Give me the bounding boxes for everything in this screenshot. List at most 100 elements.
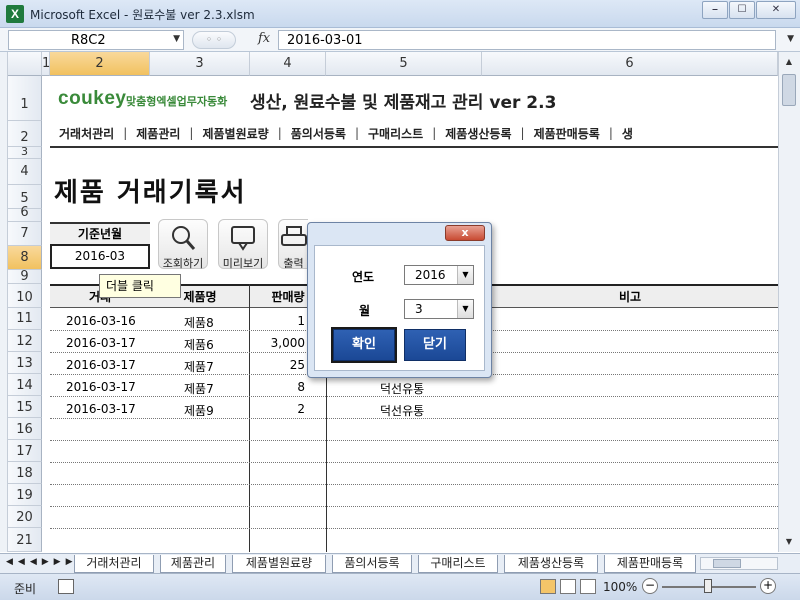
window-title: Microsoft Excel - 원료수불 ver 2.3.xlsm (30, 8, 255, 22)
menu-item-purchase[interactable]: 구매리스트 (359, 125, 432, 142)
row-header-4[interactable]: 4 (8, 159, 42, 185)
row-header-11[interactable]: 11 (8, 308, 42, 330)
table-cell-date[interactable]: 2016-03-17 (66, 358, 136, 372)
column-header-5[interactable]: 5 (326, 52, 482, 76)
print-button-label: 출력하 (283, 257, 304, 269)
column-header-4[interactable]: 4 (250, 52, 326, 76)
hscroll-thumb[interactable] (713, 559, 741, 568)
base-month-cell[interactable]: 2016-03 (50, 244, 150, 269)
select-all-button[interactable] (8, 52, 42, 76)
row-header-6[interactable]: 6 (8, 206, 42, 222)
sheet-tab-products[interactable]: 제품관리 (160, 555, 226, 573)
menu-item-clients[interactable]: 거래처관리 (50, 125, 123, 142)
close-window-button[interactable]: ✕ (756, 1, 796, 19)
row-separator (50, 506, 778, 507)
row-header-9[interactable]: 9 (8, 270, 42, 284)
menu-item-proposal[interactable]: 품의서등록 (282, 125, 355, 142)
row-header-3[interactable]: 3 (8, 146, 42, 159)
month-select[interactable]: 3 ▼ (404, 299, 474, 319)
vertical-scrollbar[interactable]: ▲ ▼ (778, 52, 800, 552)
formula-input[interactable]: 2016-03-01 (278, 30, 776, 50)
table-cell-client[interactable]: 덕선유통 (380, 380, 424, 397)
search-button[interactable]: 조회하기 (158, 219, 208, 270)
row-header-12[interactable]: 12 (8, 330, 42, 352)
table-cell-product[interactable]: 제품7 (184, 380, 214, 397)
row-header-1[interactable]: 1 (8, 76, 42, 121)
horizontal-scrollbar[interactable] (700, 557, 778, 570)
table-cell-date[interactable]: 2016-03-17 (66, 336, 136, 350)
name-box[interactable]: R8C2 ▼ (8, 30, 184, 50)
sheet-tab-materials[interactable]: 제품별원료량 (232, 555, 326, 573)
table-cell-date[interactable]: 2016-03-16 (66, 314, 136, 328)
row-header-15[interactable]: 15 (8, 396, 42, 418)
zoom-in-icon[interactable]: + (760, 578, 776, 594)
table-cell-product[interactable]: 제품8 (184, 314, 214, 331)
table-cell-qty[interactable]: 25 (250, 358, 305, 372)
chevron-down-icon[interactable]: ▼ (457, 300, 473, 318)
scroll-thumb[interactable] (782, 74, 796, 106)
column-header-6[interactable]: 6 (482, 52, 778, 76)
sheet-tab-proposal[interactable]: 품의서등록 (332, 555, 412, 573)
restore-button[interactable]: ☐ (729, 1, 755, 19)
row-header-2[interactable]: 2 (8, 121, 42, 147)
row-header-8[interactable]: 8 (8, 246, 42, 270)
row-header-10[interactable]: 10 (8, 284, 42, 308)
table-cell-qty[interactable]: 8 (250, 380, 305, 394)
excel-app-icon[interactable]: X (6, 5, 24, 23)
select-all-corner[interactable] (0, 52, 8, 552)
chevron-down-icon[interactable]: ▼ (457, 266, 473, 284)
row-header-19[interactable]: 19 (8, 484, 42, 506)
page-layout-view-icon[interactable] (560, 579, 576, 594)
insert-function-icon[interactable]: fx (258, 31, 270, 46)
menu-item-sales[interactable]: 제품판매등록 (525, 125, 609, 142)
scroll-up-icon[interactable]: ▲ (781, 54, 797, 70)
menu-item-materials[interactable]: 제품별원료량 (193, 125, 277, 142)
cancel-button[interactable]: 닫기 (404, 329, 466, 361)
table-cell-date[interactable]: 2016-03-17 (66, 402, 136, 416)
row-header-18[interactable]: 18 (8, 462, 42, 484)
zoom-out-icon[interactable]: − (642, 578, 658, 594)
table-cell-product[interactable]: 제품9 (184, 402, 214, 419)
scroll-down-icon[interactable]: ▼ (781, 534, 797, 550)
column-header-2[interactable]: 2 (50, 52, 150, 76)
ok-button[interactable]: 확인 (331, 327, 397, 363)
row-separator (50, 462, 778, 463)
sheet-tab-bar: ◀◀◀▶▶▶ 거래처관리 제품관리 제품별원료량 품의서등록 구매리스트 제품생… (0, 553, 800, 573)
row-header-7[interactable]: 7 (8, 222, 42, 246)
minimize-button[interactable]: ⎯ (702, 1, 728, 19)
sheet-tab-clients[interactable]: 거래처관리 (74, 555, 154, 573)
column-header-1[interactable]: 1 (42, 52, 50, 76)
column-header-3[interactable]: 3 (150, 52, 250, 76)
macro-record-icon[interactable] (58, 579, 74, 594)
menu-item-production[interactable]: 제품생산등록 (436, 125, 520, 142)
table-cell-date[interactable]: 2016-03-17 (66, 380, 136, 394)
row-header-20[interactable]: 20 (8, 506, 42, 528)
table-cell-product[interactable]: 제품7 (184, 358, 214, 375)
row-header-17[interactable]: 17 (8, 440, 42, 462)
menu-item-products[interactable]: 제품관리 (127, 125, 189, 142)
sheet-tab-purchase[interactable]: 구매리스트 (418, 555, 498, 573)
table-cell-product[interactable]: 제품6 (184, 336, 214, 353)
page-break-view-icon[interactable] (580, 579, 596, 594)
row-header-21[interactable]: 21 (8, 528, 42, 552)
table-cell-client[interactable]: 덕선유통 (380, 402, 424, 419)
print-button[interactable]: 출력하 (278, 219, 308, 269)
sheet-tab-sales[interactable]: 제품판매등록 (604, 555, 696, 573)
row-header-16[interactable]: 16 (8, 418, 42, 440)
expand-formula-bar-icon[interactable]: ▼ (787, 34, 794, 44)
sheet-nav-arrows-icon[interactable]: ◀◀◀▶▶▶ (6, 557, 78, 567)
normal-view-icon[interactable] (540, 579, 556, 594)
table-cell-qty[interactable]: 2 (250, 402, 305, 416)
chevron-down-icon[interactable]: ▼ (173, 34, 180, 44)
menu-item-more[interactable]: 생 (613, 125, 642, 142)
zoom-slider-thumb[interactable] (704, 579, 712, 593)
dialog-close-button[interactable]: x (445, 225, 485, 241)
preview-button[interactable]: 미리보기 (218, 219, 268, 270)
sheet-tab-production[interactable]: 제품생산등록 (504, 555, 598, 573)
row-header-13[interactable]: 13 (8, 352, 42, 374)
zoom-level[interactable]: 100% (603, 580, 637, 594)
year-select[interactable]: 2016 ▼ (404, 265, 474, 285)
row-header-14[interactable]: 14 (8, 374, 42, 396)
table-cell-qty[interactable]: 1 (250, 314, 305, 328)
table-cell-qty[interactable]: 3,000 (250, 336, 305, 350)
